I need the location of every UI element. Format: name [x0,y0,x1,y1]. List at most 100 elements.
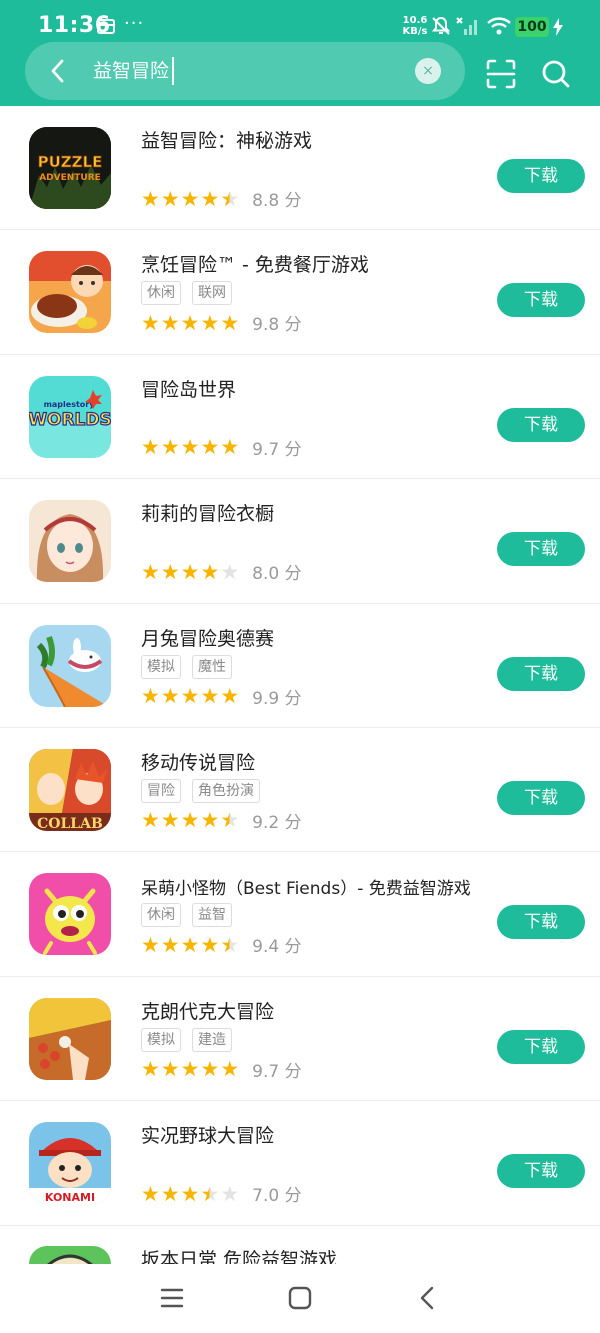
star-icon: ★ [141,1057,160,1082]
star-icon: ★ [200,310,220,335]
download-button[interactable]: 下载 [497,407,585,442]
app-tag[interactable]: 冒险 [141,778,181,803]
app-name: 月兔冒险奥德赛 [141,627,275,650]
app-tag[interactable]: 益智 [192,903,232,928]
app-list-item[interactable]: 月兔冒险奥德赛 模拟 魔性 ★ ★ ★ ★ ★ 9.9 分 下载 [0,604,600,728]
app-rating: ★ ★ ★ ★ ★ 9.7 分 [141,435,302,460]
app-list-item[interactable]: 莉莉的冒险衣橱 ★ ★ ★ ★ ★ 8.0 分 下载 [0,479,600,604]
download-button[interactable]: 下载 [497,905,585,940]
app-score: 9.4 分 [252,937,302,958]
app-list-item[interactable]: 克朗代克大冒险 模拟 建造 ★ ★ ★ ★ ★ 9.7 分 下载 [0,977,600,1102]
app-score: 7.0 分 [252,1186,302,1207]
app-list-item-partial[interactable]: 坂本日常 危险益智游戏 [0,1227,600,1267]
clear-search-button[interactable]: × [415,58,441,84]
download-button[interactable]: 下载 [497,283,585,318]
maplestory-logo-big: WORLDS [29,410,111,430]
app-list-item[interactable]: COLLAB 移动传说冒险 冒险 角色扮演 ★ ★ ★ ★ ★ 9.2 分 下载 [0,728,600,853]
app-list-item[interactable]: 烹饪冒险™ - 免费餐厅游戏 休闲 联网 ★ ★ ★ ★ ★ 9.8 分 下载 [0,230,600,355]
star-icon: ★ [160,684,180,709]
app-tag[interactable]: 联网 [192,281,232,306]
app-tags: 冒险 角色扮演 [141,778,271,803]
app-score: 9.7 分 [252,439,302,460]
app-rating: ★ ★ ★ ★ ★ 9.9 分 [141,684,302,709]
star-icon: ★ [200,186,220,211]
download-button[interactable]: 下载 [497,159,585,193]
app-tag[interactable]: 魔性 [192,654,232,679]
star-half-icon: ★ [220,186,240,211]
download-button[interactable]: 下载 [497,532,585,567]
star-icon: ★ [141,559,160,584]
app-score: 9.8 分 [252,315,302,336]
search-icon[interactable] [539,57,573,91]
app-list-item[interactable]: maplestory WORLDS 冒险岛世界 ★ ★ ★ ★ ★ 9.7 分 … [0,355,600,480]
star-empty-icon: ★ [220,559,240,584]
download-button[interactable]: 下载 [497,1154,585,1189]
back-nav-icon[interactable] [412,1282,444,1314]
star-icon: ★ [141,186,160,211]
app-name: 克朗代克大冒险 [141,1000,275,1023]
more-notifications-icon: ··· [124,13,145,34]
star-icon: ★ [160,808,180,833]
search-bar[interactable]: 益智冒险 × [25,42,465,100]
battery-level: 100 [515,17,549,37]
menu-icon[interactable] [156,1282,188,1314]
charging-icon [553,18,563,36]
star-icon: ★ [141,684,160,709]
star-icon: ★ [160,1181,180,1206]
download-button[interactable]: 下载 [497,1029,585,1064]
back-button[interactable] [39,52,77,90]
star-icon: ★ [200,1057,220,1082]
app-tag[interactable]: 建造 [192,1027,232,1052]
puzzle-adventure-icon: PUZZLE ADVENTURE [29,127,111,209]
search-results-list: PUZZLE ADVENTURE 益智冒险：神秘游戏 ★ ★ ★ ★ ★ 8.8… [0,106,600,1226]
app-score: 8.0 分 [252,564,302,585]
star-icon: ★ [160,1057,180,1082]
star-icon: ★ [180,559,200,584]
app-list-item[interactable]: KONAMI 实况野球大冒险 ★ ★ ★ ★ ★ 7.0 分 下载 [0,1101,600,1226]
app-list-item[interactable]: 呆萌小怪物（Best Fiends）- 免费益智游戏 休闲 益智 ★ ★ ★ ★… [0,852,600,977]
star-icon: ★ [180,1057,200,1082]
app-score: 9.2 分 [252,812,302,833]
star-empty-icon: ★ [220,1181,240,1206]
star-icon: ★ [200,932,220,957]
scan-icon[interactable] [484,57,518,91]
app-tag[interactable]: 模拟 [141,1027,181,1052]
app-tag[interactable]: 模拟 [141,654,181,679]
app-tag[interactable]: 休闲 [141,903,181,928]
network-speed: 10.6 KB/s [400,15,430,37]
app-tags: 休闲 联网 [141,281,243,306]
star-icon: ★ [220,435,240,460]
app-tag[interactable]: 角色扮演 [192,778,260,803]
maplestory-worlds-icon: maplestory WORLDS [29,375,111,458]
star-icon: ★ [141,932,160,957]
app-score: 8.8 分 [252,191,302,211]
star-icon: ★ [220,684,240,709]
app-rating: ★ ★ ★ ★ ★ 8.8 分 [141,186,302,212]
search-input[interactable]: 益智冒险 [93,57,175,85]
app-list-item[interactable]: PUZZLE ADVENTURE 益智冒险：神秘游戏 ★ ★ ★ ★ ★ 8.8… [0,106,600,231]
app-tags: 模拟 建造 [141,1027,243,1052]
star-half-icon: ★ [200,1181,220,1206]
home-icon[interactable] [284,1282,316,1314]
app-tag[interactable]: 休闲 [141,281,181,306]
download-button[interactable]: 下载 [497,780,585,815]
app-rating: ★ ★ ★ ★ ★ 7.0 分 [141,1181,302,1207]
star-icon: ★ [160,435,180,460]
download-button[interactable]: 下载 [497,656,585,691]
network-speed-value: 10.6 [402,15,428,26]
app-name: 烹饪冒险™ - 免费餐厅游戏 [141,254,369,277]
star-icon: ★ [160,310,180,335]
card-notification-icon [97,19,115,34]
app-tags: 休闲 益智 [141,903,243,928]
app-name: 移动传说冒险 [141,751,256,774]
app-score: 9.9 分 [252,688,302,709]
best-fiends-icon [29,873,111,956]
star-half-icon: ★ [220,932,240,957]
puzzle-logo-line2: ADVENTURE [39,173,101,183]
app-rating: ★ ★ ★ ★ ★ 9.8 分 [141,310,302,336]
signal-no-sim-icon [456,17,477,35]
star-icon: ★ [180,310,200,335]
star-icon: ★ [180,932,200,957]
app-rating: ★ ★ ★ ★ ★ 9.2 分 [141,808,302,833]
app-rating: ★ ★ ★ ★ ★ 9.7 分 [141,1057,302,1082]
